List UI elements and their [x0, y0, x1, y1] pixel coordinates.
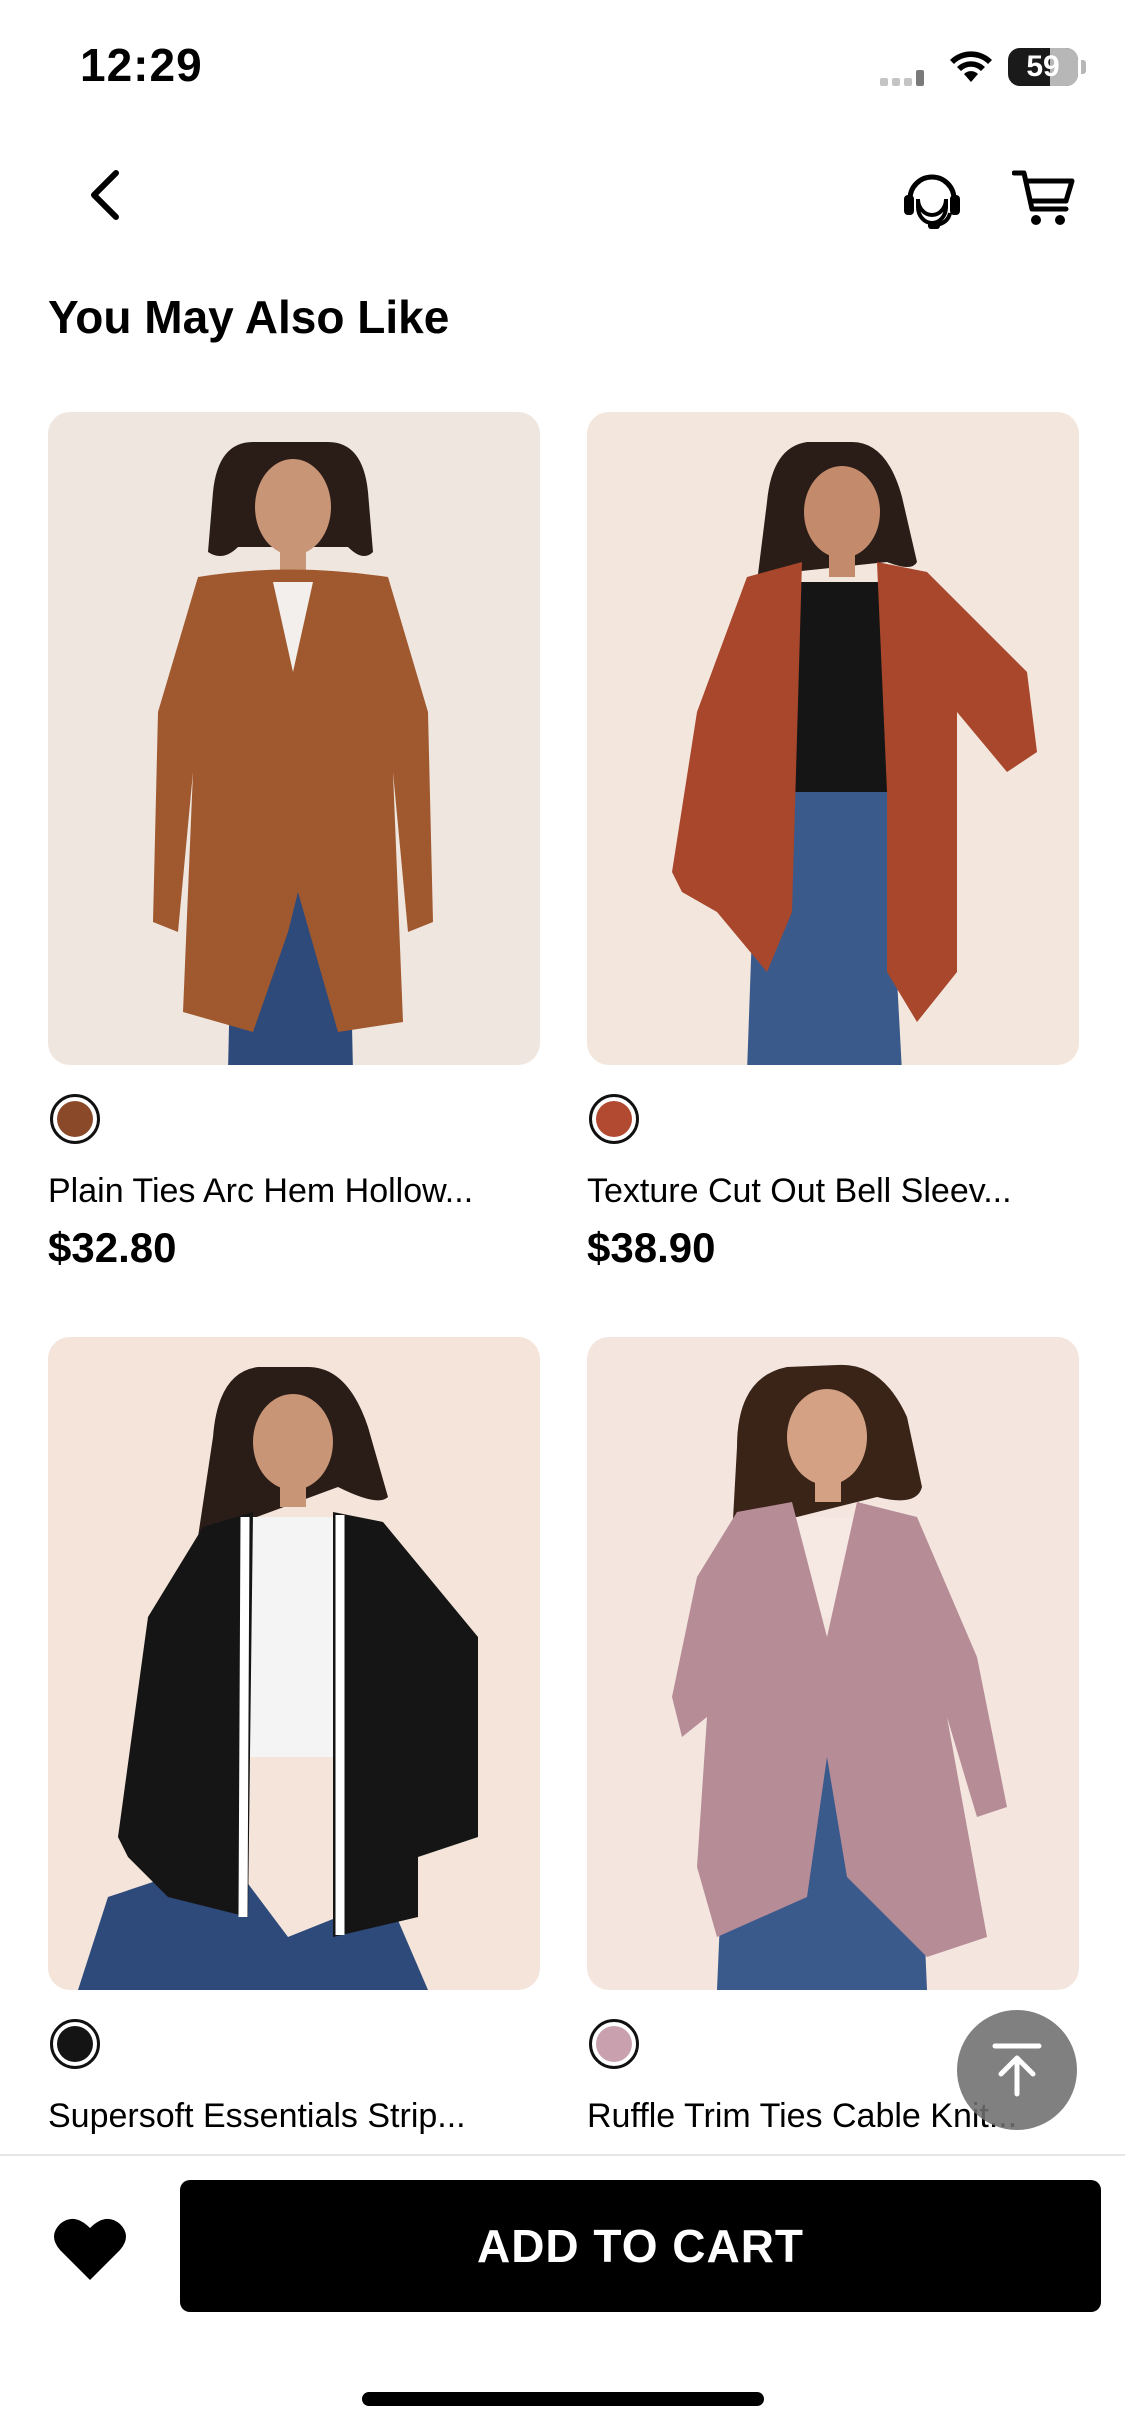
color-swatch[interactable]: [589, 1094, 639, 1144]
cellular-signal-icon: [880, 70, 924, 86]
product-price: $38.90: [587, 1224, 716, 1271]
customer-support-button[interactable]: [900, 165, 964, 231]
product-recommendations-screen: 12:29 59 You May Also Like Plain Ties Ar…: [0, 0, 1125, 2436]
product-card[interactable]: Ruffle Trim Ties Cable Knit...: [587, 1337, 1079, 2135]
color-swatch[interactable]: [589, 2019, 639, 2069]
product-image[interactable]: [587, 412, 1079, 1065]
wishlist-button[interactable]: [52, 2214, 128, 2284]
add-to-cart-button[interactable]: ADD TO CART: [180, 2180, 1101, 2312]
home-indicator: [362, 2392, 764, 2406]
product-card[interactable]: Supersoft Essentials Strip...: [48, 1337, 540, 2135]
arrow-up-to-top-icon: [992, 2043, 1042, 2097]
shopping-cart-icon: [1011, 170, 1075, 225]
back-button[interactable]: [76, 160, 136, 230]
color-swatch[interactable]: [50, 2019, 100, 2069]
cart-button[interactable]: [1011, 165, 1076, 229]
product-image[interactable]: [587, 1337, 1079, 1990]
headset-support-icon: [904, 174, 960, 229]
product-image[interactable]: [48, 412, 540, 1065]
section-title: You May Also Like: [48, 291, 450, 343]
product-price: $32.80: [48, 1224, 177, 1271]
product-image[interactable]: [48, 1337, 540, 1990]
product-name[interactable]: Texture Cut Out Bell Sleev...: [587, 1172, 1079, 1211]
product-card[interactable]: Plain Ties Arc Hem Hollow... $32.80: [48, 412, 540, 1271]
product-name[interactable]: Plain Ties Arc Hem Hollow...: [48, 1172, 540, 1211]
color-swatch-fill: [596, 1101, 632, 1137]
battery-level: 59: [1026, 50, 1060, 83]
status-time: 12:29: [80, 39, 203, 91]
battery-icon: 59: [1008, 48, 1078, 86]
product-card[interactable]: Texture Cut Out Bell Sleev... $38.90: [587, 412, 1079, 1271]
chevron-left-icon: [91, 170, 119, 220]
color-swatch-fill: [596, 2026, 632, 2062]
status-bar: 12:29 59: [0, 0, 1125, 140]
back-to-top-button[interactable]: [957, 2010, 1077, 2130]
color-swatch-fill: [57, 1101, 93, 1137]
battery-tip: [1081, 60, 1086, 74]
product-name[interactable]: Supersoft Essentials Strip...: [48, 2097, 540, 2136]
color-swatch[interactable]: [50, 1094, 100, 1144]
wifi-icon: [950, 51, 992, 82]
color-swatch-fill: [57, 2026, 93, 2062]
heart-icon: [54, 2218, 126, 2280]
